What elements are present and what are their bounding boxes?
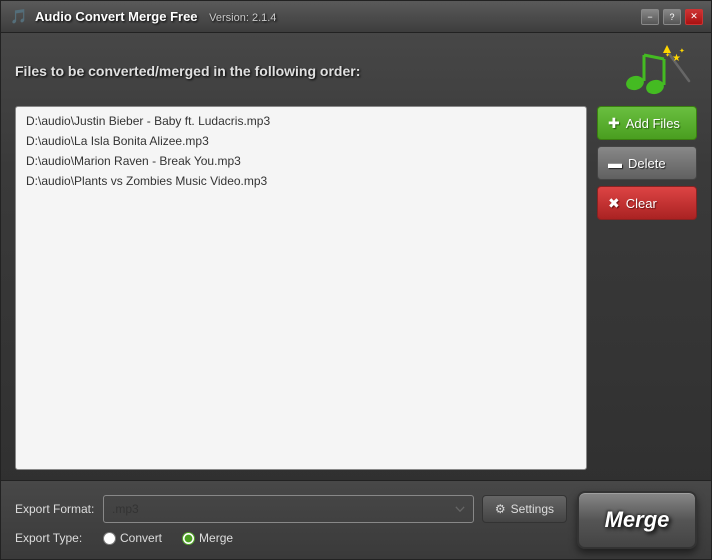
export-format-label: Export Format: <box>15 502 95 516</box>
header-title: Files to be converted/merged in the foll… <box>15 63 360 79</box>
title-text: Audio Convert Merge Free <box>35 9 198 24</box>
version-text: Version: 2.1.4 <box>209 12 276 24</box>
export-format-row: Export Format: .mp3 .wav .ogg .wma .aac … <box>15 495 567 523</box>
main-window: 🎵 Audio Convert Merge Free Version: 2.1.… <box>0 0 712 560</box>
settings-button[interactable]: ⚙ Settings <box>482 495 567 523</box>
title-controls: − ? ✕ <box>641 9 703 25</box>
export-type-row: Export Type: Convert Merge <box>15 531 567 545</box>
settings-gear-icon: ⚙ <box>495 502 506 516</box>
add-files-button[interactable]: ✚ Add Files <box>597 106 697 140</box>
clear-icon: ✖ <box>608 196 620 210</box>
merge-radio[interactable] <box>182 532 195 545</box>
delete-button[interactable]: ▬ Delete <box>597 146 697 180</box>
merge-button-text: Merge <box>605 507 670 533</box>
bottom-bar: Export Format: .mp3 .wav .ogg .wma .aac … <box>1 480 711 559</box>
settings-label: Settings <box>511 502 554 516</box>
minimize-button[interactable]: − <box>641 9 659 25</box>
convert-radio[interactable] <box>103 532 116 545</box>
clear-button[interactable]: ✖ Clear <box>597 186 697 220</box>
merge-radio-text: Merge <box>199 531 233 545</box>
title-bar: 🎵 Audio Convert Merge Free Version: 2.1.… <box>1 1 711 33</box>
app-title: Audio Convert Merge Free Version: 2.1.4 <box>35 9 703 24</box>
delete-label: Delete <box>628 156 666 171</box>
svg-text:✦: ✦ <box>665 52 670 59</box>
file-list[interactable]: D:\audio\Justin Bieber - Baby ft. Ludacr… <box>15 106 587 470</box>
app-logo: ★ ✦ ✦ <box>617 43 697 98</box>
clear-label: Clear <box>626 196 657 211</box>
main-content: D:\audio\Justin Bieber - Baby ft. Ludacr… <box>1 106 711 480</box>
svg-text:✦: ✦ <box>679 47 685 55</box>
app-icon: 🎵 <box>9 7 29 27</box>
merge-radio-label[interactable]: Merge <box>182 531 233 545</box>
add-icon: ✚ <box>608 116 620 130</box>
convert-radio-text: Convert <box>120 531 162 545</box>
help-button[interactable]: ? <box>663 9 681 25</box>
format-select[interactable]: .mp3 .wav .ogg .wma .aac <box>103 495 474 523</box>
convert-radio-label[interactable]: Convert <box>103 531 162 545</box>
export-type-label: Export Type: <box>15 531 95 545</box>
merge-button[interactable]: Merge <box>577 491 697 549</box>
list-item: D:\audio\Justin Bieber - Baby ft. Ludacr… <box>20 111 582 131</box>
list-item: D:\audio\La Isla Bonita Alizee.mp3 <box>20 131 582 151</box>
export-type-radio-group: Convert Merge <box>103 531 233 545</box>
add-files-label: Add Files <box>626 116 680 131</box>
side-buttons: ✚ Add Files ▬ Delete ✖ Clear <box>597 106 697 470</box>
list-item: D:\audio\Marion Raven - Break You.mp3 <box>20 151 582 171</box>
bottom-left: Export Format: .mp3 .wav .ogg .wma .aac … <box>15 495 567 545</box>
delete-icon: ▬ <box>608 156 622 170</box>
header-area: Files to be converted/merged in the foll… <box>1 33 711 106</box>
list-item: D:\audio\Plants vs Zombies Music Video.m… <box>20 171 582 191</box>
close-button[interactable]: ✕ <box>685 9 703 25</box>
